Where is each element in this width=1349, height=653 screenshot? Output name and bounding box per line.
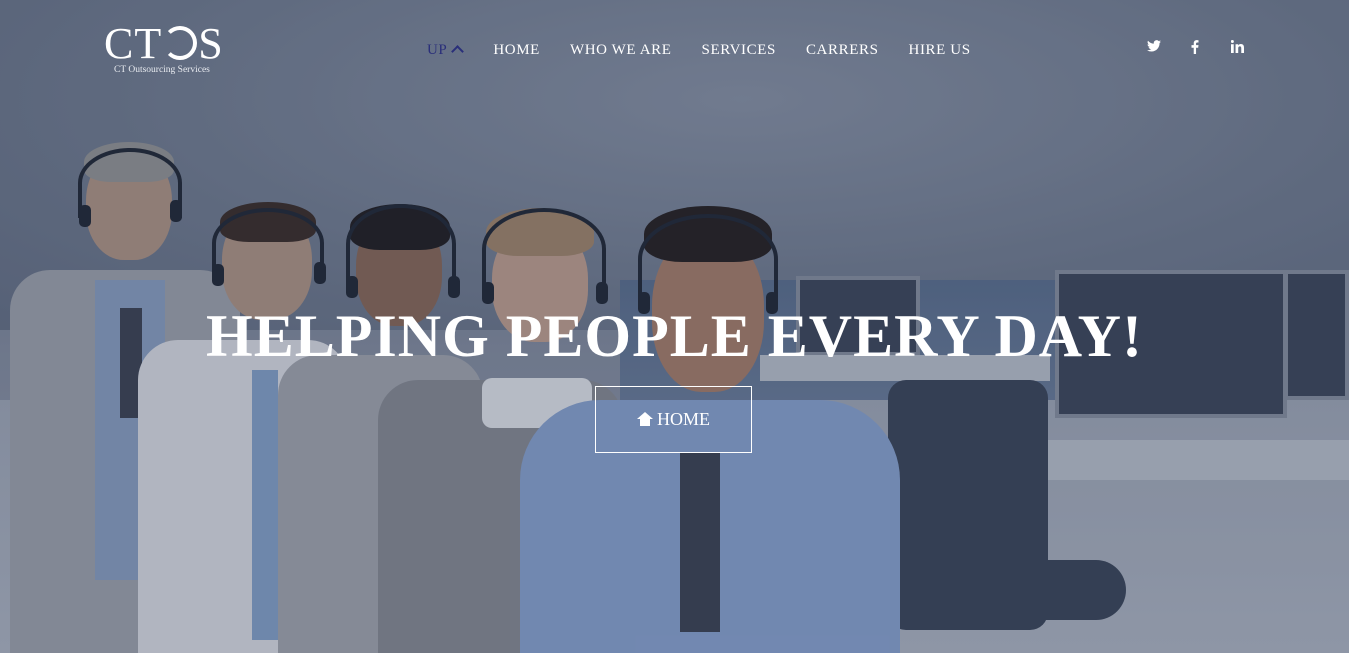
- logo-swirl-icon: [163, 26, 198, 60]
- logo-wordmark: CT S: [104, 19, 224, 68]
- hero-home-button[interactable]: HOME: [595, 386, 752, 453]
- nav-item-services[interactable]: SERVICES: [702, 42, 776, 59]
- logo[interactable]: CT S CT Outsourcing Services: [104, 19, 244, 78]
- nav-item-carrers[interactable]: CARRERS: [806, 42, 879, 59]
- facebook-icon[interactable]: [1189, 40, 1201, 60]
- hero-title: HELPING PEOPLE EVERY DAY!: [206, 303, 1143, 369]
- nav-item-home[interactable]: HOME: [493, 42, 540, 59]
- nav-item-hire-us[interactable]: HIRE US: [909, 42, 971, 59]
- logo-subtitle: CT Outsourcing Services: [114, 65, 210, 75]
- twitter-icon[interactable]: [1146, 40, 1162, 60]
- nav-item-who-we-are[interactable]: WHO WE ARE: [570, 42, 672, 59]
- home-icon: [637, 411, 653, 426]
- linkedin-icon[interactable]: [1229, 40, 1245, 60]
- nav-item-up[interactable]: UP: [427, 42, 465, 59]
- chevron-up-icon: [451, 44, 465, 58]
- main-nav: UP HOME WHO WE ARE SERVICES CARRERS HIRE…: [427, 40, 1001, 60]
